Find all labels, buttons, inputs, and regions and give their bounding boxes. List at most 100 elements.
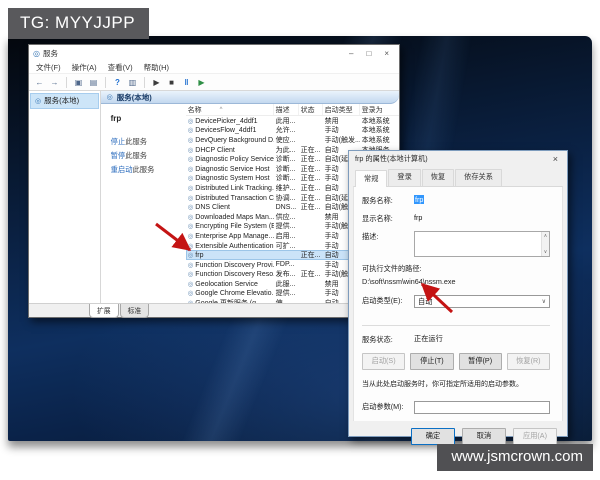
services-window: ◎ 服务 – □ × 文件(F) 操作(A) 查看(V) 帮助(H) ← → ▣… bbox=[28, 44, 400, 318]
start-button: 启动(S) bbox=[362, 353, 406, 370]
start-parameters-label: 启动参数(M): bbox=[362, 402, 404, 411]
display-name-label: 显示名称: bbox=[362, 214, 393, 223]
screenshot-frame: TG: MYYJJPP ◎ 服务 – □ × 文件(F) 操作(A) 查看(V)… bbox=[0, 0, 600, 480]
service-info-panel: frp 停止此服务 暂停此服务 重启动此服务 bbox=[101, 104, 186, 303]
frp-properties-dialog: frp 的属性(本地计算机) × 常规 登录 恢复 依存关系 服务名称: frp… bbox=[348, 150, 568, 445]
column-header-name[interactable]: 名称 ^ bbox=[186, 104, 274, 115]
ok-button[interactable]: 确定 bbox=[411, 427, 455, 445]
column-header-status[interactable]: 状态 bbox=[299, 104, 323, 115]
menubar: 文件(F) 操作(A) 查看(V) 帮助(H) bbox=[29, 61, 399, 74]
service-gear-icon: ◎ bbox=[187, 280, 194, 288]
startup-type-label: 启动类型(E): bbox=[362, 296, 403, 305]
menu-help[interactable]: 帮助(H) bbox=[144, 62, 169, 73]
service-gear-icon: ◎ bbox=[187, 242, 194, 250]
services-titlebar: ◎ 服务 – □ × bbox=[29, 45, 399, 61]
column-header-logon[interactable]: 登录为 bbox=[360, 104, 399, 115]
tree-item-services-local[interactable]: ◎ 服务(本地) bbox=[30, 93, 99, 109]
divider bbox=[362, 325, 550, 326]
toolbar: ← → ▣ ▤ ? ▥ ▶ ■ ‖ ▶ bbox=[29, 74, 399, 91]
service-row[interactable]: ◎ DevQuery Background D... 使应... 手动(触发... 本地… bbox=[186, 135, 399, 145]
pause-service-icon[interactable]: ‖ bbox=[181, 78, 192, 87]
view-tabs: 扩展 标准 bbox=[29, 303, 399, 318]
service-row[interactable]: ◎ DevicesFlow_4ddf1 允许... 手动 本地系统 bbox=[186, 126, 399, 136]
service-gear-icon: ◎ bbox=[187, 252, 194, 260]
list-header: 名称 ^ 描述 状态 启动类型 登录为 bbox=[185, 104, 399, 116]
export-list-icon[interactable]: ▤ bbox=[88, 78, 99, 87]
start-service-icon[interactable]: ▶ bbox=[151, 78, 162, 87]
pane-header-icon: ◎ bbox=[106, 94, 113, 101]
service-status-value: 正在运行 bbox=[414, 334, 443, 343]
show-console-tree-icon[interactable]: ▣ bbox=[73, 78, 84, 87]
dialog-close-icon[interactable]: × bbox=[550, 154, 561, 164]
minimize-button[interactable]: – bbox=[349, 49, 353, 58]
service-gear-icon: ◎ bbox=[187, 165, 194, 173]
tab-extended[interactable]: 扩展 bbox=[89, 304, 119, 318]
exe-path-value: D:\soft\nssm\win64\nssm.exe bbox=[362, 277, 456, 286]
pause-button[interactable]: 暂停(P) bbox=[458, 353, 502, 370]
close-button[interactable]: × bbox=[384, 49, 389, 58]
tab-logon[interactable]: 登录 bbox=[388, 169, 421, 186]
service-gear-icon: ◎ bbox=[187, 156, 194, 164]
cancel-button[interactable]: 取消 bbox=[462, 427, 506, 445]
window-title: 服务 bbox=[42, 48, 58, 58]
tab-recovery[interactable]: 恢复 bbox=[421, 169, 455, 186]
general-tab-page: 服务名称: frp 显示名称: frp 描述: ∧ ∨ 可执行文件的路径: D:… bbox=[353, 186, 563, 421]
tab-general[interactable]: 常规 bbox=[355, 170, 388, 187]
dialog-tabs: 常规 登录 恢复 依存关系 bbox=[349, 167, 567, 187]
service-gear-icon: ◎ bbox=[187, 204, 194, 212]
back-icon[interactable]: ← bbox=[34, 78, 45, 87]
dialog-titlebar: frp 的属性(本地计算机) × bbox=[349, 151, 567, 167]
startup-type-value: 自动 bbox=[418, 296, 433, 306]
stop-button[interactable]: 停止(T) bbox=[410, 353, 454, 370]
pane-header: ◎ 服务(本地) bbox=[100, 91, 399, 104]
service-status-label: 服务状态: bbox=[362, 335, 393, 344]
description-field[interactable]: ∧ ∨ bbox=[414, 231, 550, 257]
services-app-icon: ◎ bbox=[33, 48, 40, 58]
list-view-icon[interactable]: ▥ bbox=[127, 78, 138, 87]
service-gear-icon: ◎ bbox=[187, 261, 194, 269]
tab-standard[interactable]: 标准 bbox=[119, 304, 150, 318]
service-row[interactable]: ◎ DevicePicker_4ddf1 此用... 禁用 本地系统 bbox=[186, 116, 399, 126]
menu-view[interactable]: 查看(V) bbox=[108, 62, 133, 73]
exe-path-label: 可执行文件的路径: bbox=[362, 264, 422, 273]
service-name-label: 服务名称: bbox=[362, 196, 393, 205]
start-parameters-hint: 当从此处启动服务时，你可指定所适用的启动参数。 bbox=[362, 381, 523, 388]
restart-service-icon[interactable]: ▶ bbox=[196, 78, 207, 87]
resume-button: 恢复(R) bbox=[506, 353, 550, 370]
service-gear-icon: ◎ bbox=[187, 146, 194, 154]
service-gear-icon: ◎ bbox=[187, 232, 194, 240]
help-icon[interactable]: ? bbox=[112, 78, 123, 87]
apply-button: 应用(A) bbox=[513, 427, 557, 445]
stop-service-icon[interactable]: ■ bbox=[166, 78, 177, 87]
pause-service-link[interactable]: 暂停此服务 bbox=[111, 151, 180, 161]
menu-file[interactable]: 文件(F) bbox=[36, 62, 61, 73]
tab-dependencies[interactable]: 依存关系 bbox=[455, 169, 502, 186]
scroll-up-icon[interactable]: ∧ bbox=[544, 233, 548, 239]
menu-action[interactable]: 操作(A) bbox=[72, 62, 97, 73]
startup-type-select[interactable]: 自动 ∨ bbox=[414, 295, 550, 308]
service-gear-icon: ◎ bbox=[187, 117, 194, 125]
tg-badge: TG: MYYJJPP bbox=[8, 8, 150, 39]
start-parameters-input[interactable] bbox=[414, 401, 550, 414]
maximize-button[interactable]: □ bbox=[366, 49, 371, 58]
console-tree-pane: ◎ 服务(本地) bbox=[29, 91, 101, 303]
sort-indicator-icon: ^ bbox=[219, 106, 223, 113]
chevron-down-icon: ∨ bbox=[541, 299, 546, 305]
service-gear-icon: ◎ bbox=[187, 194, 194, 202]
watermark: www.jsmcrown.com bbox=[437, 444, 593, 471]
dialog-title: frp 的属性(本地计算机) bbox=[355, 154, 428, 163]
column-header-desc[interactable]: 描述 bbox=[274, 104, 299, 115]
selected-service-name: frp bbox=[110, 114, 122, 123]
column-header-startup[interactable]: 启动类型 bbox=[323, 104, 360, 115]
description-scrollbar[interactable]: ∧ ∨ bbox=[541, 232, 549, 256]
restart-service-link[interactable]: 重启动此服务 bbox=[111, 165, 180, 175]
service-gear-icon: ◎ bbox=[187, 213, 194, 221]
service-gear-icon: ◎ bbox=[187, 175, 194, 183]
toolbar-divider bbox=[105, 76, 106, 88]
stop-service-link[interactable]: 停止此服务 bbox=[111, 137, 180, 147]
service-gear-icon: ◎ bbox=[187, 223, 194, 231]
description-label: 描述: bbox=[362, 232, 379, 241]
forward-icon[interactable]: → bbox=[49, 78, 60, 87]
scroll-down-icon[interactable]: ∨ bbox=[544, 249, 548, 255]
display-name-value: frp bbox=[414, 213, 423, 222]
